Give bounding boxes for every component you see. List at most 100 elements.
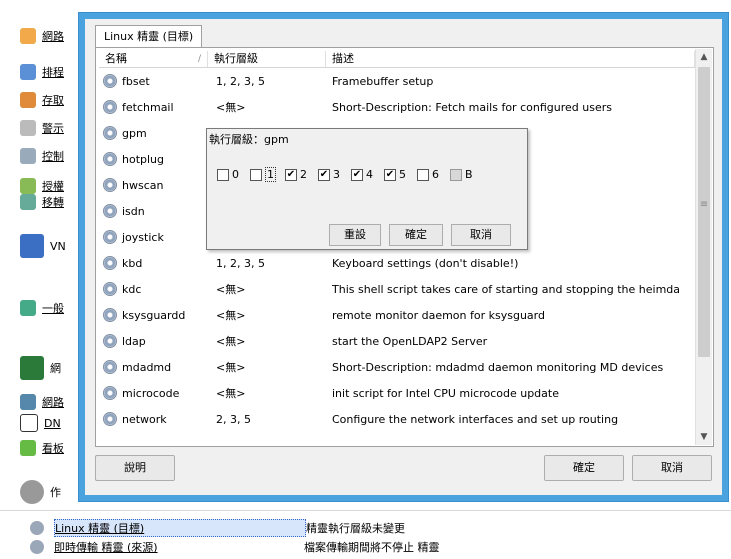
runlevel-checkbox-6[interactable]	[417, 168, 429, 181]
runlevel-checkbox-5[interactable]: ✔	[384, 168, 396, 181]
sort-indicator-icon: ∕	[197, 54, 201, 64]
bg-bottom-desc: 檔案傳輸期間將不停止 精靈	[304, 541, 440, 554]
daemon-gear-icon	[103, 386, 117, 400]
cell-runlevel: 1, 2, 3, 5	[216, 256, 265, 270]
bg-bottom-link[interactable]: Linux 精靈 (目標)	[54, 519, 306, 537]
column-header-name-label: 名稱	[105, 52, 127, 65]
runlevel-checkbox-1[interactable]	[250, 168, 262, 181]
cell-name: kdc	[99, 282, 208, 296]
runlevel-checkbox-4[interactable]: ✔	[351, 168, 363, 181]
dialog-panel: Linux 精靈 (目標) 名稱 ∕ 執行層級 描述 fbset 1, 2, 3, …	[85, 19, 722, 495]
table-row[interactable]: fetchmail <無> Short-Description: Fetch mai…	[99, 94, 695, 120]
cell-runlevel: <無>	[216, 335, 246, 348]
bg-item-6[interactable]: 移轉	[20, 194, 64, 210]
bg-item-9[interactable]: 網	[20, 356, 61, 380]
cancel-button[interactable]: 取消	[632, 455, 712, 481]
bg-item-2[interactable]: 存取	[20, 92, 64, 108]
table-row[interactable]: ldap <無> start the OpenLDAP2 Server	[99, 328, 695, 354]
bg-item-0[interactable]: 網路	[20, 28, 64, 44]
daemon-gear-icon	[103, 204, 117, 218]
daemon-name: ldap	[122, 334, 146, 348]
table-row[interactable]: ksysguardd <無> remote monitor daemon for k…	[99, 302, 695, 328]
cell-runlevel: <無>	[216, 101, 246, 114]
daemon-name: gpm	[122, 126, 147, 140]
table-row[interactable]: fbset 1, 2, 3, 5 Framebuffer setup	[99, 68, 695, 94]
table-row[interactable]: network 2, 3, 5 Configure the network inte…	[99, 406, 695, 432]
reset-button[interactable]: 重設	[329, 224, 381, 246]
runlevel-label: 3	[333, 168, 340, 181]
scroll-up-icon[interactable]: ▲	[696, 49, 712, 65]
daemon-name: ksysguardd	[122, 308, 186, 322]
bg-item-12[interactable]: 看板	[20, 440, 64, 456]
cell-name: kbd	[99, 256, 208, 270]
cell-runlevel: <無>	[216, 361, 246, 374]
cell-name: network	[99, 412, 208, 426]
cell-runlevel: 2, 3, 5	[216, 412, 251, 426]
column-header-runlevel[interactable]: 執行層級	[208, 51, 326, 67]
license-icon	[20, 178, 36, 194]
cell-description: start the OpenLDAP2 Server	[332, 334, 488, 348]
runlevel-checkbox-0[interactable]	[217, 168, 229, 181]
table-row[interactable]: mdadmd <無> Short-Description: mdadmd daemo…	[99, 354, 695, 380]
bg-item-4[interactable]: 控制	[20, 148, 64, 164]
runlevel-checkbox-B[interactable]	[450, 168, 462, 181]
daemon-gear-icon	[103, 282, 117, 296]
migrate-icon	[20, 194, 36, 210]
cell-runlevel: 1, 2, 3, 5	[216, 74, 265, 88]
table-header: 名稱 ∕ 執行層級 描述	[99, 51, 695, 68]
daemon-gear-icon	[103, 230, 117, 244]
runlevel-label: 0	[232, 168, 239, 181]
bg-item-7[interactable]: VN	[20, 234, 66, 258]
ok-button[interactable]: 確定	[544, 455, 624, 481]
daemon-name: microcode	[122, 386, 180, 400]
bg-item-1[interactable]: 排程	[20, 64, 64, 80]
daemon-name: joystick	[122, 230, 164, 244]
popup-title: 執行層級：gpm	[209, 133, 289, 146]
bg-item-13[interactable]: 作	[20, 480, 61, 504]
scroll-down-icon[interactable]: ▼	[696, 429, 712, 445]
cell-name: gpm	[99, 126, 208, 140]
vm-icon	[20, 234, 44, 258]
vertical-scrollbar[interactable]: ▲ ≡ ▼	[695, 49, 712, 445]
cell-description: remote monitor daemon for ksysguard	[332, 308, 545, 322]
bg-item-10[interactable]: 網路	[20, 394, 64, 410]
tab-linux-daemons[interactable]: Linux 精靈 (目標)	[95, 25, 203, 48]
bg-item-8[interactable]: 一般	[20, 300, 64, 316]
bg-bottom-desc: 精靈執行層級未變更	[306, 522, 405, 535]
daemon-gear-icon	[103, 360, 117, 374]
bg-bottom-row-0[interactable]: Linux 精靈 (目標) 精靈執行層級未變更	[30, 519, 405, 537]
cell-runlevel: <無>	[216, 387, 246, 400]
popup-cancel-button[interactable]: 取消	[451, 224, 511, 246]
daemon-dialog: Linux 精靈 (目標) 名稱 ∕ 執行層級 描述 fbset 1, 2, 3, …	[78, 12, 729, 502]
cell-description: Configure the network interfaces and set…	[332, 412, 619, 426]
bg-item-3[interactable]: 警示	[20, 120, 64, 136]
daemon-name: mdadmd	[122, 360, 172, 374]
bg-bottom-row-1[interactable]: 即時傳輸 精靈 (來源) 檔案傳輸期間將不停止 精靈	[30, 539, 440, 555]
bg-bottom-link[interactable]: 即時傳輸 精靈 (來源)	[54, 539, 304, 555]
cell-name: hwscan	[99, 178, 208, 192]
column-header-description[interactable]: 描述	[326, 51, 695, 67]
dns-icon	[20, 414, 38, 432]
bg-item-11[interactable]: DN	[20, 414, 61, 432]
table-row[interactable]: kbd 1, 2, 3, 5 Keyboard settings (don't di…	[99, 250, 695, 276]
runlevel-label: 6	[432, 168, 439, 181]
table-row[interactable]: microcode <無> init script for Intel CPU mi…	[99, 380, 695, 406]
daemon-name: fetchmail	[122, 100, 174, 114]
table-row[interactable]: kdc <無> This shell script takes care of st…	[99, 276, 695, 302]
runlevel-label: B	[465, 168, 473, 181]
popup-ok-button[interactable]: 確定	[389, 224, 443, 246]
bg-item-5[interactable]: 授權	[20, 178, 64, 194]
column-header-name[interactable]: 名稱 ∕	[99, 51, 208, 67]
daemon-gear-icon	[103, 100, 117, 114]
daemon-name: isdn	[122, 204, 145, 218]
daemon-name: fbset	[122, 74, 150, 88]
help-button[interactable]: 說明	[95, 455, 175, 481]
cell-description: Short-Description: Fetch mails for confi…	[332, 100, 612, 114]
cell-name: fetchmail	[99, 100, 208, 114]
network-settings-icon	[20, 356, 44, 380]
runlevel-checkbox-3[interactable]: ✔	[318, 168, 330, 181]
cell-description: Short-Description: mdadmd daemon monitor…	[332, 360, 664, 374]
scroll-thumb[interactable]	[698, 67, 710, 357]
daemon-name: network	[122, 412, 167, 426]
runlevel-checkbox-2[interactable]: ✔	[285, 168, 297, 181]
